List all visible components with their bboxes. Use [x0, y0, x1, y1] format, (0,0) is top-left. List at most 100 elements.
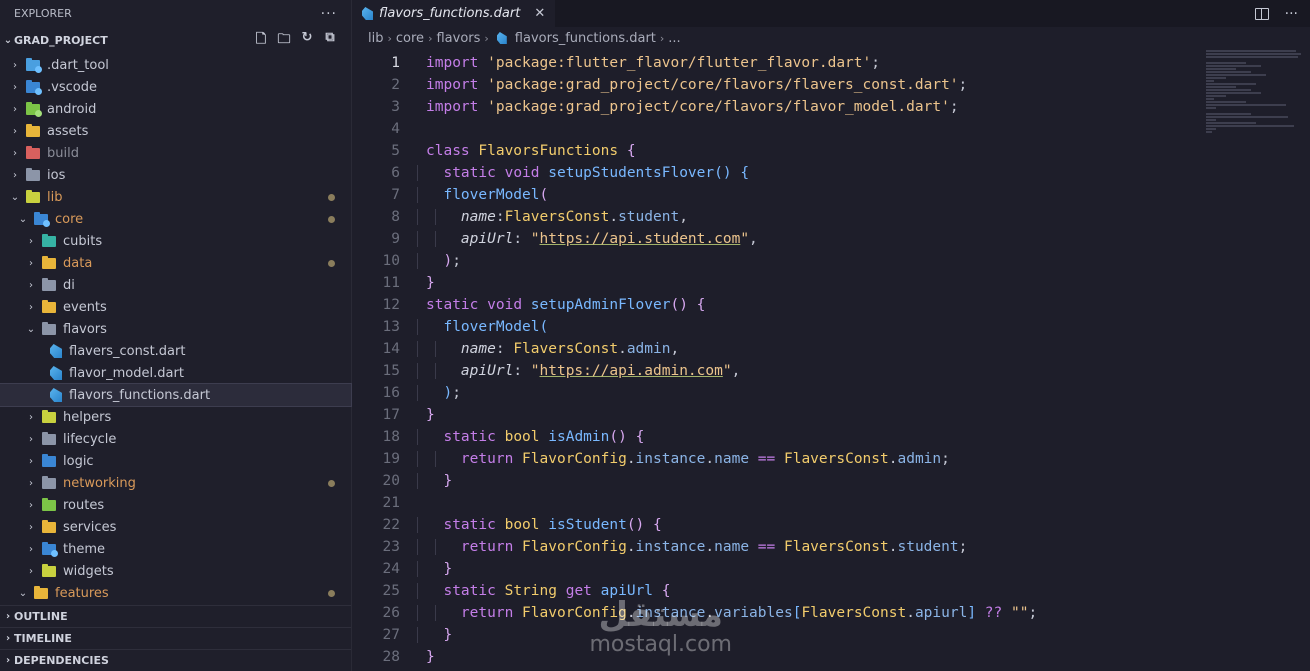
close-icon[interactable]: ✕	[534, 6, 545, 21]
breadcrumb-core[interactable]: core	[396, 31, 424, 46]
project-header[interactable]: ⌄ GRAD_PROJECT 🗋 🗀 ↻ ⧉	[0, 27, 351, 54]
tree-item-label: build	[47, 145, 79, 161]
folder-item[interactable]: ⌄ features	[0, 582, 351, 604]
file-item[interactable]: flavors_functions.dart	[0, 383, 352, 407]
new-folder-icon[interactable]: 🗀	[277, 30, 291, 52]
breadcrumb-lib[interactable]: lib	[368, 31, 383, 46]
code-text: import 'package:flutter_flavor/flutter_f…	[426, 55, 880, 71]
code-line[interactable]: 24 }	[352, 558, 1310, 580]
section-timeline[interactable]: › TIMELINE	[0, 627, 351, 649]
folder-item[interactable]: › widgets	[0, 560, 351, 582]
code-line[interactable]: 5 class FlavorsFunctions {	[352, 140, 1310, 162]
folder-item[interactable]: › cubits	[0, 230, 351, 252]
folder-item[interactable]: ⌄ core	[0, 208, 351, 230]
minimap[interactable]	[1206, 50, 1306, 133]
code-line[interactable]: 8 name:FlaversConst.student,	[352, 206, 1310, 228]
breadcrumb: lib › core › flavors › flavors_functions…	[352, 27, 1310, 49]
folder-item[interactable]: › lifecycle	[0, 428, 351, 450]
chevron-down-icon: ⌄	[18, 587, 28, 599]
section-label: TIMELINE	[14, 632, 72, 645]
line-number: 16	[382, 385, 400, 401]
file-item[interactable]: flavor_model.dart	[0, 362, 351, 384]
folder-item[interactable]: › assets	[0, 120, 351, 142]
code-line[interactable]: 26 return FlavorConfig.instance.variable…	[352, 602, 1310, 624]
code-line[interactable]: 20 }	[352, 470, 1310, 492]
code-line[interactable]: 13 floverModel(	[352, 316, 1310, 338]
code-line[interactable]: 23 return FlavorConfig.instance.name == …	[352, 536, 1310, 558]
code-text: static void setupStudentsFlover() {	[400, 165, 749, 181]
more-actions-icon[interactable]: ···	[1285, 6, 1298, 22]
folder-item[interactable]: › .dart_tool	[0, 54, 351, 76]
minimap-line	[1206, 101, 1246, 103]
folder-item[interactable]: ⌄ lib	[0, 186, 351, 208]
code-line[interactable]: 10 );	[352, 250, 1310, 272]
code-line[interactable]: 17}	[352, 404, 1310, 426]
tab-flavors-functions[interactable]: flavors_functions.dart ✕	[352, 0, 556, 27]
file-item[interactable]: flavers_const.dart	[0, 340, 351, 362]
folder-item[interactable]: › theme	[0, 538, 351, 560]
section-outline[interactable]: › OUTLINE	[0, 605, 351, 627]
folder-item[interactable]: › routes	[0, 494, 351, 516]
code-line[interactable]: 11}	[352, 272, 1310, 294]
chevron-right-icon: ›	[387, 31, 392, 45]
code-line[interactable]: 1 import 'package:flutter_flavor/flutter_…	[352, 52, 1310, 74]
code-line[interactable]: 15 apiUrl: "https://api.admin.com",	[352, 360, 1310, 382]
folder-item[interactable]: › data	[0, 252, 351, 274]
folder-item[interactable]: ⌄ flavors	[0, 318, 351, 340]
code-line[interactable]: 28}	[352, 646, 1310, 668]
chevron-right-icon: ›	[29, 301, 33, 313]
chevron-right-icon: ›	[5, 655, 11, 666]
code-line[interactable]: 21	[352, 492, 1310, 514]
code-line[interactable]: 9 apiUrl: "https://api.student.com",	[352, 228, 1310, 250]
code-line[interactable]: 18 static bool isAdmin() {	[352, 426, 1310, 448]
code-text: }	[426, 649, 435, 665]
chevron-right-icon: ›	[29, 521, 33, 533]
code-line[interactable]: 27 }	[352, 624, 1310, 646]
code-line[interactable]: 19 return FlavorConfig.instance.name == …	[352, 448, 1310, 470]
folder-item[interactable]: › build	[0, 142, 351, 164]
chevron-down-icon: ⌄	[10, 191, 20, 203]
code-line[interactable]: 25 static String get apiUrl {	[352, 580, 1310, 602]
folder-icon	[42, 475, 56, 489]
section-dependencies[interactable]: › DEPENDENCIES	[0, 649, 351, 671]
dart-file-icon	[50, 366, 62, 380]
code-text: return FlavorConfig.instance.variables[F…	[400, 605, 1037, 621]
split-editor-icon[interactable]	[1254, 7, 1269, 20]
code-line[interactable]: 22 static bool isStudent() {	[352, 514, 1310, 536]
chevron-right-icon: ›	[29, 565, 33, 577]
tree-item-label: flavor_model.dart	[69, 365, 184, 381]
folder-item[interactable]: › events	[0, 296, 351, 318]
code-line[interactable]: 16 );	[352, 382, 1310, 404]
dart-file-icon	[362, 7, 373, 20]
minimap-line	[1206, 113, 1251, 115]
code-line[interactable]: 6 static void setupStudentsFlover() {	[352, 162, 1310, 184]
code-line[interactable]: 3 import 'package:grad_project/core/flavo…	[352, 96, 1310, 118]
chevron-right-icon: ›	[13, 147, 17, 159]
folder-item[interactable]: › ios	[0, 164, 351, 186]
breadcrumb-symbol[interactable]: ...	[668, 31, 680, 46]
folder-item[interactable]: › networking	[0, 472, 351, 494]
more-actions-icon[interactable]: ···	[321, 6, 337, 22]
code-editor[interactable]: 1 import 'package:flutter_flavor/flutter_…	[352, 52, 1310, 671]
explorer-header: EXPLORER ···	[0, 0, 351, 27]
chevron-right-icon: ›	[29, 411, 33, 423]
code-line[interactable]: 4	[352, 118, 1310, 140]
folder-icon	[42, 233, 56, 247]
collapse-all-icon[interactable]: ⧉	[323, 30, 337, 52]
breadcrumb-flavors[interactable]: flavors	[436, 31, 480, 46]
code-line[interactable]: 7 floverModel(	[352, 184, 1310, 206]
folder-item[interactable]: › services	[0, 516, 351, 538]
code-line[interactable]: 14 name: FlaversConst.admin,	[352, 338, 1310, 360]
line-number: 5	[391, 143, 400, 159]
refresh-icon[interactable]: ↻	[300, 30, 314, 52]
code-line[interactable]: 12 static void setupAdminFlover() {	[352, 294, 1310, 316]
chevron-right-icon: ›	[13, 103, 17, 115]
folder-item[interactable]: › android	[0, 98, 351, 120]
folder-item[interactable]: › .vscode	[0, 76, 351, 98]
breadcrumb-file[interactable]: flavors_functions.dart	[515, 31, 656, 46]
folder-item[interactable]: › helpers	[0, 406, 351, 428]
new-file-icon[interactable]: 🗋	[254, 30, 268, 52]
folder-item[interactable]: › logic	[0, 450, 351, 472]
folder-item[interactable]: › di	[0, 274, 351, 296]
code-line[interactable]: 2 import 'package:grad_project/core/flavo…	[352, 74, 1310, 96]
